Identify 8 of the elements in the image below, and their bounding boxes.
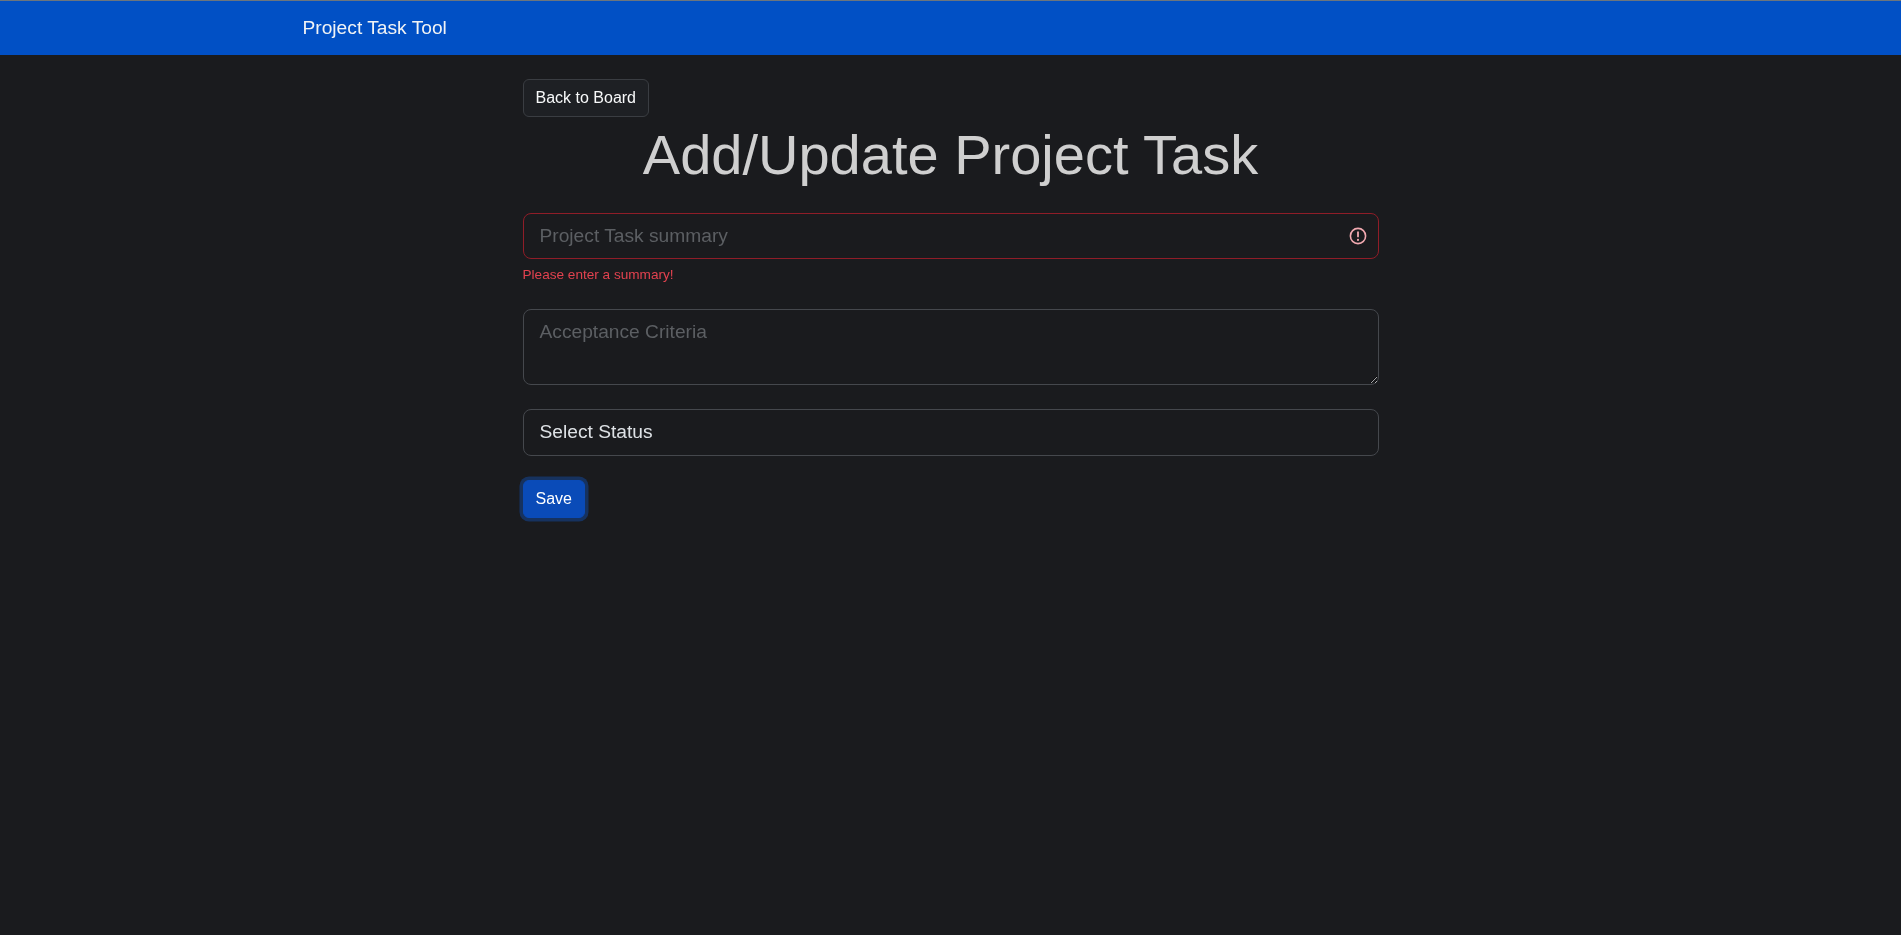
criteria-field[interactable]: Acceptance Criteria: [522, 309, 1379, 385]
summary-field[interactable]: Project Task summary: [522, 212, 1379, 260]
save-button[interactable]: Save: [522, 479, 585, 518]
error-message: Please enter a summary!: [522, 265, 675, 284]
page-title: Add/Update Project Task: [641, 122, 1260, 189]
back-button[interactable]: Back to Board: [522, 79, 649, 118]
brand-link[interactable]: Project Task Tool: [302, 9, 447, 47]
status-select[interactable]: Select Status: [522, 408, 1379, 456]
